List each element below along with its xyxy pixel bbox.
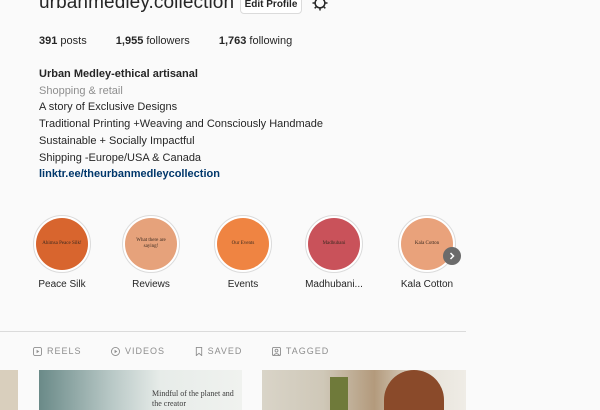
highlight-ring: Kala Cotton: [398, 215, 456, 273]
profile-tabs: REELS VIDEOS SAVED TAGGED: [33, 346, 355, 358]
tab-label: REELS: [47, 346, 82, 356]
post-image-detail: [384, 370, 444, 410]
profile-display-name: Urban Medley-ethical artisanal: [39, 68, 198, 80]
highlight-ring: Madhubani: [305, 215, 363, 273]
profile-category: Shopping & retail: [39, 84, 123, 97]
profile-username: urbanmedley.collection: [39, 0, 235, 13]
tab-tagged[interactable]: TAGGED: [271, 346, 330, 356]
highlight-cover: Ahimsa Peace Silk!: [36, 218, 88, 270]
highlight-label: Peace Silk: [38, 279, 86, 290]
tab-label: TAGGED: [285, 346, 330, 356]
highlight-label: Kala Cotton: [400, 279, 454, 290]
bio-line: Sustainable + Socially Impactful: [39, 134, 195, 147]
highlight-cover: Madhubani: [308, 218, 360, 270]
bio-line: A story of Exclusive Designs: [39, 101, 178, 114]
highlight-cover: Our Events: [217, 218, 269, 270]
profile-bio: Urban Medley-ethical artisanal Shopping …: [39, 66, 323, 183]
profile-stats: 391 posts 1,955 followers 1,763 followin…: [39, 35, 318, 47]
post-thumbnail[interactable]: [0, 370, 18, 410]
highlight-ring: Our Events: [214, 215, 272, 273]
following-label: following: [246, 35, 293, 47]
tag-icon: [271, 346, 281, 356]
highlight-peace-silk[interactable]: Ahimsa Peace Silk! Peace Silk: [29, 215, 95, 290]
post-image-detail: [330, 377, 348, 410]
post-caption-overlay: Mindful of the planet and the creator: [152, 389, 234, 408]
posts-count: 391: [39, 35, 58, 47]
reels-icon: [33, 346, 42, 356]
highlight-label: Madhubani...: [305, 279, 363, 290]
posts-stat: 391 posts: [39, 35, 87, 47]
tab-label: SAVED: [207, 346, 243, 356]
highlight-ring: Ahimsa Peace Silk!: [33, 215, 91, 273]
tab-reels[interactable]: REELS: [33, 346, 82, 356]
bio-line: Traditional Printing +Weaving and Consci…: [39, 118, 324, 131]
highlight-label: Reviews: [132, 279, 170, 290]
following-stat[interactable]: 1,763 following: [219, 35, 292, 47]
highlight-madhubani[interactable]: Madhubani Madhubani...: [301, 215, 367, 290]
bookmark-icon: [195, 346, 202, 356]
tab-saved[interactable]: SAVED: [195, 346, 243, 356]
tab-videos[interactable]: VIDEOS: [111, 346, 165, 356]
following-count: 1,763: [218, 35, 247, 47]
highlights-next-arrow-icon[interactable]: [443, 247, 461, 265]
bio-link[interactable]: linktr.ee/theurbanmedleycollection: [39, 166, 323, 183]
posts-label: posts: [57, 35, 87, 47]
post-thumbnail[interactable]: [262, 370, 466, 410]
followers-label: followers: [143, 35, 190, 47]
followers-stat[interactable]: 1,955 followers: [116, 35, 190, 47]
highlight-ring: What there are saying!: [122, 215, 180, 273]
highlight-events[interactable]: Our Events Events: [210, 215, 276, 290]
bio-line: Shipping -Europe/USA & Canada: [39, 151, 202, 164]
settings-gear-icon[interactable]: [311, 0, 329, 12]
highlight-reviews[interactable]: What there are saying! Reviews: [118, 215, 184, 290]
section-divider: [0, 331, 466, 332]
highlight-label: Events: [227, 279, 259, 290]
followers-count: 1,955: [115, 35, 144, 47]
edit-profile-button[interactable]: Edit Profile: [240, 0, 302, 14]
tab-label: VIDEOS: [125, 346, 166, 356]
highlight-cover: What there are saying!: [125, 218, 177, 270]
post-thumbnail[interactable]: Mindful of the planet and the creator: [39, 370, 242, 410]
video-icon: [111, 346, 121, 356]
